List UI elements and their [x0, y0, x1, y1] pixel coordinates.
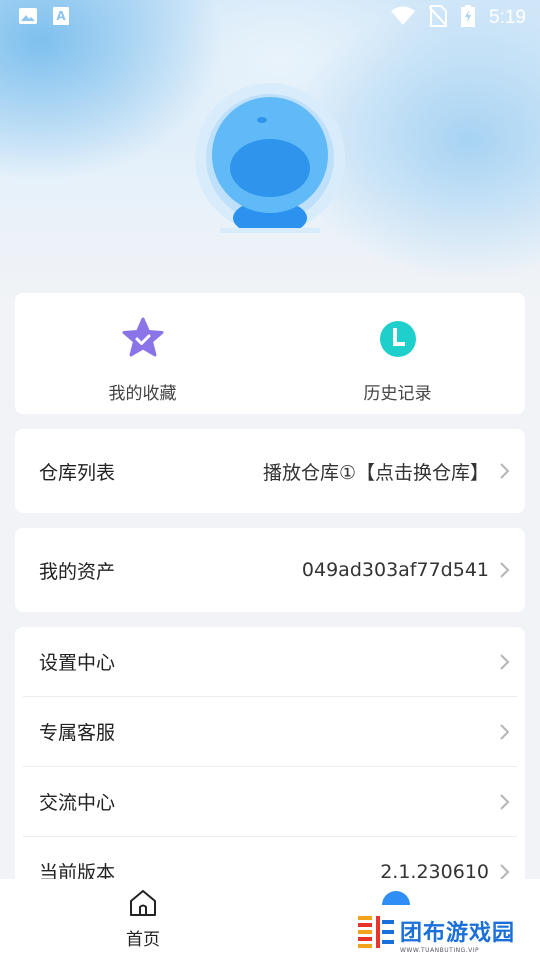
- battery-charging-icon: [461, 5, 476, 31]
- watermark-subtitle: WWW.TUANBUTING.VIP: [400, 946, 480, 954]
- keyboard-a-icon: A: [52, 6, 70, 30]
- tab-mine-indicator[interactable]: [382, 891, 410, 905]
- history-button[interactable]: 历史记录: [270, 293, 525, 414]
- clock-time: 5:19: [489, 7, 526, 28]
- chevron-right-icon: [500, 463, 510, 479]
- quick-actions-card: 我的收藏 历史记录: [15, 293, 525, 414]
- tab-home-label: 首页: [126, 930, 160, 950]
- star-icon: [121, 317, 165, 365]
- customer-service-row[interactable]: 专属客服: [23, 697, 517, 767]
- wifi-icon: [391, 6, 416, 30]
- assets-value: 049ad303af77d541: [301, 559, 489, 581]
- warehouse-label: 仓库列表: [39, 461, 116, 484]
- image-icon: [18, 6, 38, 30]
- home-icon: [128, 889, 158, 921]
- customer-service-label: 专属客服: [39, 722, 116, 744]
- favorites-button[interactable]: 我的收藏: [15, 293, 270, 414]
- assets-card: 我的资产 049ad303af77d541: [15, 528, 525, 612]
- watermark-title: 团布游戏园: [400, 920, 516, 946]
- chevron-right-icon: [500, 562, 510, 578]
- settings-center-label: 设置中心: [39, 652, 116, 674]
- chevron-right-icon: [500, 793, 510, 810]
- favorites-label: 我的收藏: [108, 384, 177, 404]
- no-sim-icon: [428, 5, 448, 31]
- assets-label: 我的资产: [39, 560, 116, 583]
- watermark-logo-icon: [356, 912, 396, 956]
- watermark-logo: 团布游戏园 WWW.TUANBUTING.VIP: [356, 912, 536, 956]
- warehouse-card: 仓库列表 播放仓库①【点击换仓库】: [15, 429, 525, 513]
- chevron-right-icon: [500, 653, 510, 670]
- clock-icon: [376, 317, 420, 365]
- chevron-right-icon: [500, 863, 510, 880]
- svg-text:A: A: [56, 9, 66, 23]
- avatar[interactable]: [195, 83, 345, 236]
- chevron-right-icon: [500, 723, 510, 740]
- warehouse-row[interactable]: 仓库列表 播放仓库①【点击换仓库】: [15, 429, 525, 513]
- community-label: 交流中心: [39, 792, 116, 814]
- settings-center-row[interactable]: 设置中心: [23, 627, 517, 697]
- tab-home[interactable]: 首页: [108, 889, 178, 951]
- history-label: 历史记录: [363, 384, 432, 404]
- assets-row[interactable]: 我的资产 049ad303af77d541: [15, 528, 525, 612]
- community-row[interactable]: 交流中心: [23, 767, 517, 837]
- warehouse-value: 播放仓库①【点击换仓库】: [262, 461, 489, 484]
- status-bar: A 5:19: [0, 0, 540, 36]
